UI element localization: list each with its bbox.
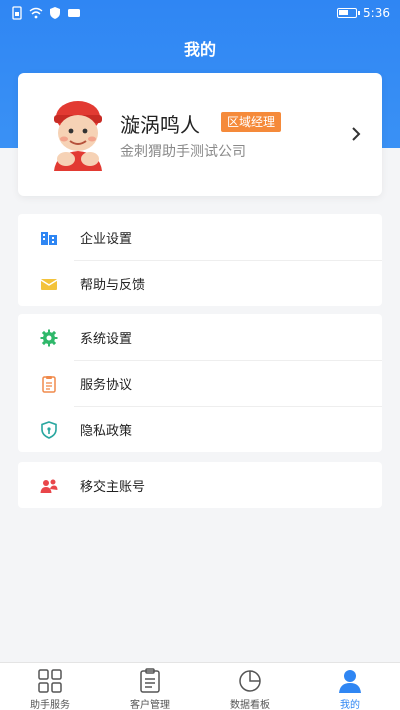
menu-item-label: 企业设置: [80, 232, 133, 247]
page-title: 我的: [183, 40, 216, 59]
menu-item-label: 服务协议: [80, 378, 133, 393]
tab-label: 我的: [340, 700, 360, 710]
tab-assistant-service[interactable]: 助手服务: [0, 663, 100, 710]
tab-label: 助手服务: [30, 700, 70, 710]
shield-icon: [41, 421, 57, 439]
menu-group-account: 移交主账号: [18, 462, 382, 508]
envelope-icon: [40, 279, 58, 290]
gear-icon: [40, 329, 58, 347]
status-bar: 5:36: [0, 0, 400, 28]
menu-group-system: 系统设置 服务协议 隐私政策: [18, 314, 382, 452]
profile-card[interactable]: 漩涡鸣人 区域经理 金刺猬助手测试公司: [18, 73, 382, 196]
message-icon: [68, 9, 80, 17]
battery-icon: [337, 8, 361, 18]
tab-data-dashboard[interactable]: 数据看板: [200, 663, 300, 710]
users-transfer-icon: [40, 479, 58, 493]
status-icons-left: [10, 6, 81, 20]
menu-item-label: 帮助与反馈: [80, 278, 146, 293]
shield-status-icon: [50, 7, 60, 19]
menu-item-label: 隐私政策: [80, 424, 133, 439]
menu-item-transfer-main-account[interactable]: 移交主账号: [18, 462, 382, 508]
menu-item-label: 系统设置: [80, 332, 133, 347]
menu-item-label: 移交主账号: [80, 480, 146, 495]
menu-item-privacy-policy[interactable]: 隐私政策: [18, 406, 382, 452]
document-icon: [42, 376, 56, 393]
wifi-icon: [29, 7, 43, 19]
grid-icon: [38, 669, 62, 693]
menu-item-system-settings[interactable]: 系统设置: [18, 314, 382, 360]
building-icon: [41, 232, 57, 245]
status-icons-right: 5:36: [337, 6, 390, 20]
bottom-tab-bar: 助手服务 客户管理 数据看板 我的: [0, 662, 400, 710]
sim-icon: [12, 6, 22, 20]
tab-label: 数据看板: [230, 700, 270, 710]
avatar: [54, 101, 102, 171]
chevron-right-icon[interactable]: [350, 125, 362, 143]
user-icon: [339, 670, 361, 693]
role-badge: 区域经理: [221, 112, 282, 132]
tab-mine[interactable]: 我的: [300, 663, 400, 710]
status-time: 5:36: [363, 6, 390, 20]
menu-group-enterprise: 企业设置 帮助与反馈: [18, 214, 382, 306]
tab-label: 客户管理: [130, 700, 170, 710]
menu-item-enterprise-settings[interactable]: 企业设置: [18, 214, 382, 260]
user-name: 漩涡鸣人: [120, 113, 200, 137]
company-name: 金刺猬助手测试公司: [120, 144, 246, 160]
pie-chart-icon: [239, 670, 261, 692]
menu-item-service-agreement[interactable]: 服务协议: [18, 360, 382, 406]
tab-customer-management[interactable]: 客户管理: [100, 663, 200, 710]
clipboard-icon: [140, 668, 160, 693]
menu-item-help-feedback[interactable]: 帮助与反馈: [18, 260, 382, 306]
